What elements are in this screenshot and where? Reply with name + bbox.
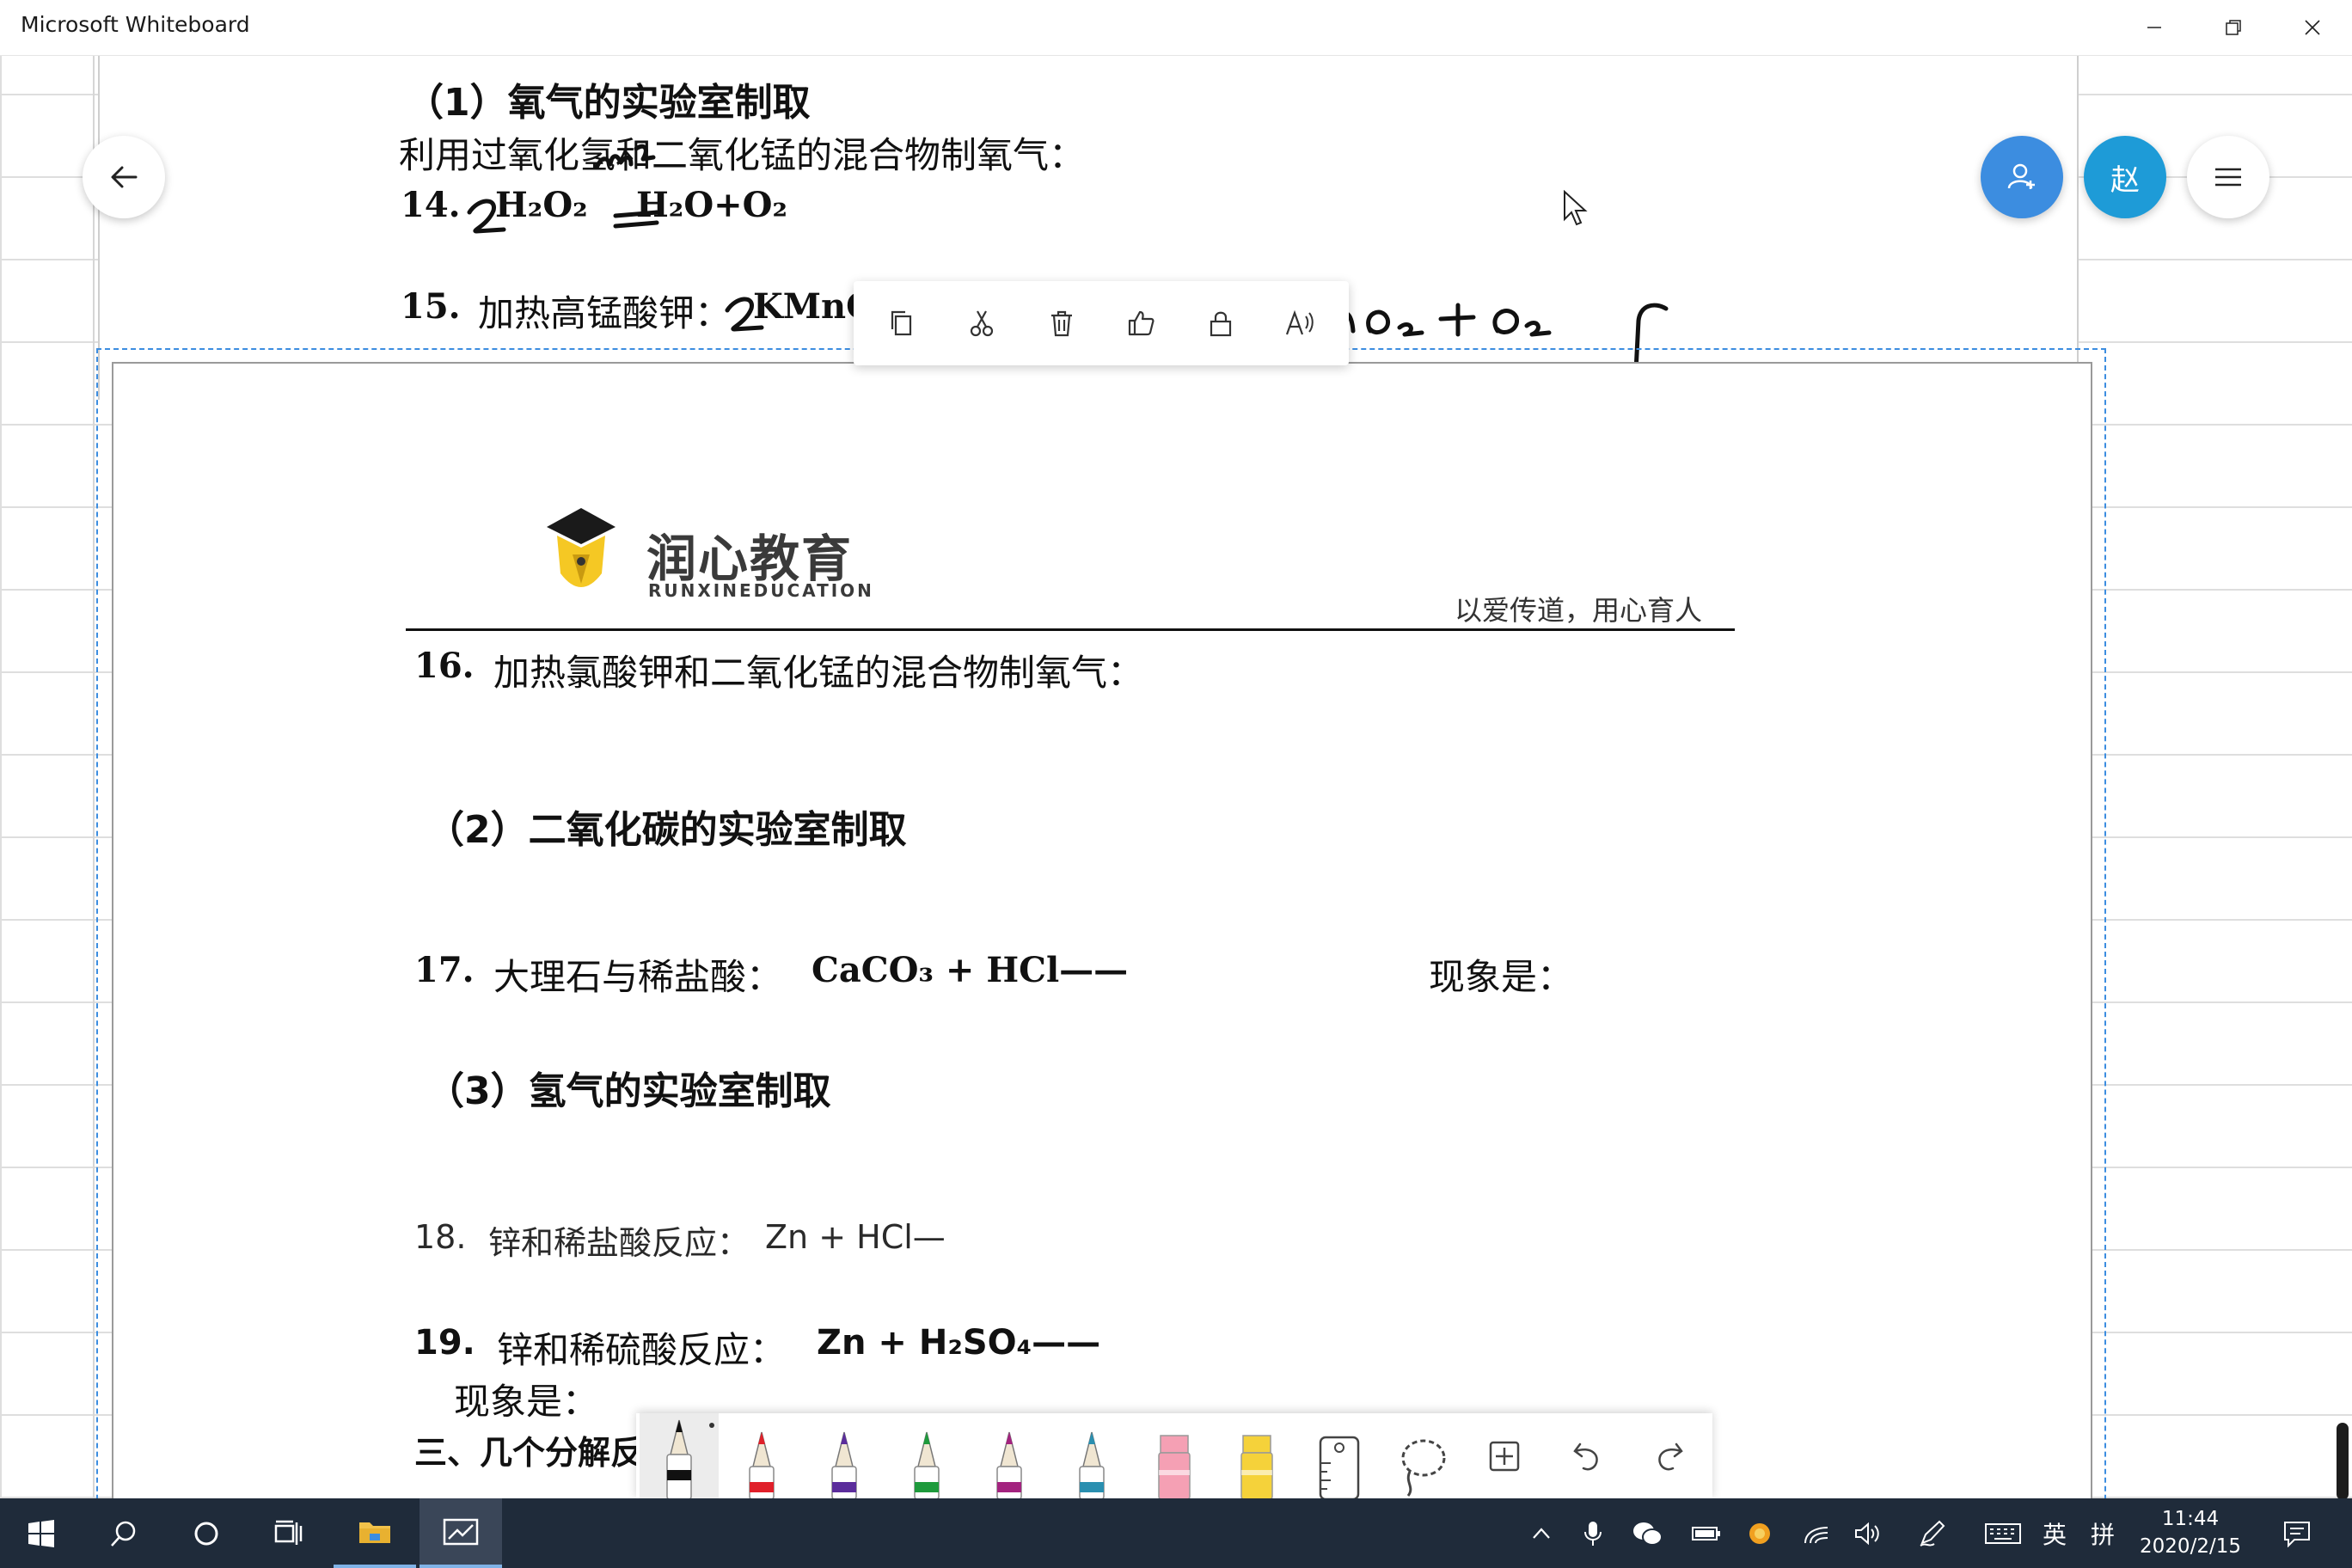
clock-time: 11:44	[2161, 1508, 2220, 1530]
restore-button[interactable]	[2194, 0, 2273, 55]
q17-number: 17.	[414, 950, 475, 990]
whiteboard-canvas[interactable]: （1）氧气的实验室制取 利用过氧化氢和二氧化锰的混合物制氧气： 14. H₂O₂…	[0, 56, 2352, 1498]
back-button[interactable]	[83, 136, 165, 218]
whiteboard-app-icon	[443, 1518, 479, 1545]
ime-mode[interactable]: 拼	[2082, 1498, 2123, 1568]
q16-number: 16.	[414, 646, 475, 686]
wifi-icon	[1804, 1526, 1828, 1543]
teal-pen[interactable]	[1050, 1413, 1133, 1499]
whiteboard-app[interactable]	[420, 1498, 502, 1568]
logo-mortarboard-icon	[547, 508, 616, 587]
volume-icon	[1855, 1522, 1879, 1545]
black-pen[interactable]	[638, 1413, 720, 1499]
ime-language[interactable]: 英	[2034, 1498, 2075, 1568]
app-tray-icon[interactable]	[1738, 1498, 1781, 1568]
magenta-pen[interactable]	[968, 1413, 1050, 1499]
invite-button[interactable]	[1981, 136, 2063, 218]
keyboard-icon	[1985, 1522, 2021, 1544]
q17-text: 大理石与稀盐酸：	[493, 956, 783, 998]
search-button[interactable]	[83, 1498, 165, 1568]
microphone-icon	[1584, 1521, 1602, 1546]
q17-phenomenon: 现象是：	[1429, 956, 1574, 998]
chevron-up-icon	[1533, 1527, 1550, 1539]
settings-menu-button[interactable]	[2187, 136, 2269, 218]
title-bar: Microsoft Whiteboard	[0, 0, 2352, 56]
q19-number: 19.	[414, 1323, 475, 1363]
document-image-main[interactable]: 润心教育 RUNXINEDUCATION 以爱传道，用心育人 16. 加热氯酸钾…	[112, 362, 2092, 1498]
task-view-icon	[274, 1520, 303, 1545]
cut-icon[interactable]	[953, 295, 1010, 352]
like-icon[interactable]	[1112, 295, 1169, 352]
q17-formula: CaCO₃ + HCl——	[812, 950, 1129, 990]
start-button[interactable]	[0, 1498, 83, 1568]
mouse-pointer-icon	[1564, 190, 1588, 226]
context-toolbar	[854, 281, 1349, 365]
section-heading-2: （2）二氧化碳的实验室制取	[426, 808, 907, 852]
pink-highlighter[interactable]	[1133, 1413, 1216, 1499]
scrollbar-thumb[interactable]	[2337, 1423, 2349, 1498]
add-icon[interactable]	[1463, 1413, 1546, 1499]
app-title: Microsoft Whiteboard	[21, 12, 250, 37]
section-heading-3: （3）氢气的实验室制取	[426, 1069, 831, 1113]
q19-text: 锌和稀硫酸反应：	[497, 1329, 787, 1371]
wechat-tray[interactable]	[1626, 1498, 1669, 1568]
user-avatar[interactable]: 赵	[2084, 136, 2166, 218]
battery-icon	[1692, 1526, 1720, 1540]
logo-text-en: RUNXINEDUCATION	[648, 580, 874, 601]
green-pen[interactable]	[885, 1413, 968, 1499]
arrow-left-icon	[111, 166, 138, 188]
lasso-icon[interactable]	[1381, 1413, 1463, 1499]
minimize-button[interactable]	[2115, 0, 2194, 55]
pen-tray	[636, 1413, 1712, 1499]
file-explorer-app[interactable]	[334, 1498, 416, 1568]
hamburger-menu-icon	[2215, 168, 2241, 187]
orange-app-icon	[1749, 1522, 1770, 1544]
battery-tray[interactable]	[1685, 1498, 1728, 1568]
clock-date: 2020/2/15	[2140, 1535, 2241, 1558]
copy-icon[interactable]	[873, 295, 930, 352]
task-view-button[interactable]	[248, 1498, 330, 1568]
pen-workspace-icon	[1920, 1520, 1945, 1547]
clock[interactable]: 11:44 2020/2/15	[2122, 1505, 2259, 1560]
cortana-button[interactable]	[165, 1498, 248, 1568]
q19-phenomenon: 现象是：	[454, 1381, 599, 1423]
header-divider	[406, 628, 1735, 631]
red-pen[interactable]	[720, 1413, 803, 1499]
microphone-tray[interactable]	[1571, 1498, 1614, 1568]
search-icon	[111, 1521, 136, 1547]
notification-icon	[2284, 1521, 2310, 1547]
wechat-icon	[1633, 1522, 1663, 1546]
cortana-icon	[194, 1522, 218, 1545]
read-aloud-icon[interactable]	[1272, 295, 1329, 352]
taskbar: 英 拼 11:44 2020/2/15	[0, 1498, 2352, 1568]
touch-keyboard-tray[interactable]	[1977, 1498, 2029, 1568]
action-center-button[interactable]	[2256, 1498, 2338, 1568]
network-tray[interactable]	[1795, 1498, 1838, 1568]
q18-number: 18.	[414, 1218, 467, 1256]
purple-pen[interactable]	[803, 1413, 885, 1499]
redo-icon[interactable]	[1628, 1413, 1711, 1499]
motto: 以爱传道，用心育人	[1455, 594, 1703, 627]
undo-icon[interactable]	[1546, 1413, 1628, 1499]
windows-logo-icon	[28, 1519, 54, 1547]
q19-formula: Zn + H₂SO₄——	[817, 1323, 1101, 1363]
lock-icon[interactable]	[1192, 295, 1249, 352]
yellow-highlighter[interactable]	[1216, 1413, 1298, 1499]
folder-icon	[359, 1522, 390, 1543]
volume-tray[interactable]	[1847, 1498, 1890, 1568]
pen-workspace-tray[interactable]	[1910, 1498, 1953, 1568]
grid-line	[93, 56, 95, 1498]
q18-text: 锌和稀盐酸反应：	[488, 1224, 750, 1262]
close-button[interactable]	[2273, 0, 2352, 55]
person-add-icon	[2007, 163, 2035, 189]
q18-formula: Zn + HCl—	[765, 1218, 946, 1256]
ruler-icon[interactable]	[1298, 1413, 1381, 1499]
show-hidden-icons[interactable]	[1520, 1498, 1563, 1568]
q16-text: 加热氯酸钾和二氧化锰的混合物制氧气：	[493, 652, 1144, 694]
delete-icon[interactable]	[1033, 295, 1090, 352]
